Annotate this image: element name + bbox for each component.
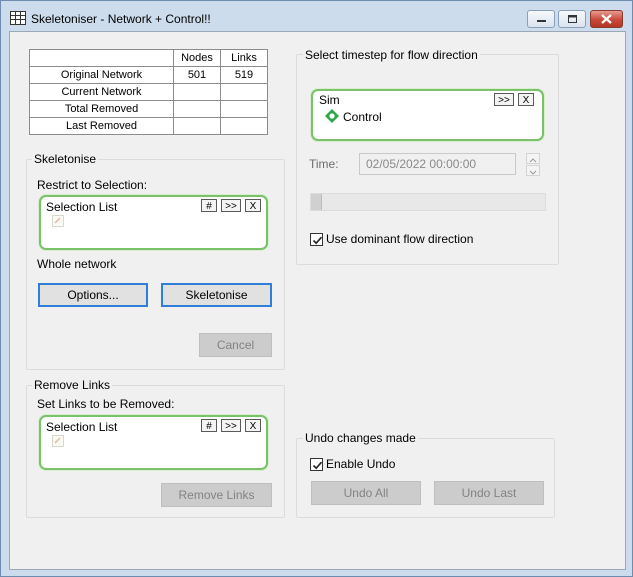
timestep-slider-track[interactable] [310, 193, 546, 211]
sim-selection-box[interactable]: Sim >> X Control [311, 89, 544, 141]
minimize-button[interactable] [527, 10, 555, 28]
links-cell: 519 [220, 66, 268, 84]
sim-title: Sim [319, 93, 340, 107]
row-label: Total Removed [29, 100, 174, 118]
skeletoniser-window: Skeletoniser - Network + Control!! Nodes… [0, 0, 633, 577]
undo-all-button[interactable]: Undo All [311, 481, 421, 505]
time-stepper-down[interactable] [526, 165, 540, 176]
selection-id-button[interactable]: # [201, 419, 217, 432]
maximize-button[interactable] [558, 10, 586, 28]
selection-clear-button[interactable]: X [245, 199, 261, 212]
dominant-flow-label[interactable]: Use dominant flow direction [326, 232, 473, 246]
table-header-row: Nodes Links [29, 49, 268, 67]
sim-more-button[interactable]: >> [494, 93, 514, 106]
nodes-cell [173, 100, 221, 118]
close-button[interactable] [590, 10, 623, 28]
selection-more-button[interactable]: >> [221, 199, 241, 212]
grid-table-icon [10, 11, 26, 25]
nodes-cell [173, 117, 221, 135]
sim-clear-button[interactable]: X [518, 93, 534, 106]
skeletonise-group-label: Skeletonise [32, 152, 99, 166]
undo-group [296, 438, 555, 518]
undo-last-button[interactable]: Undo Last [434, 481, 544, 505]
links-cell [220, 117, 268, 135]
row-label: Original Network [29, 66, 174, 84]
selection-clear-button[interactable]: X [245, 419, 261, 432]
table-row: Current Network [29, 83, 268, 101]
remove-links-button[interactable]: Remove Links [161, 483, 272, 507]
undo-group-label: Undo changes made [303, 431, 418, 445]
flow-direction-group-label: Select timestep for flow direction [303, 48, 480, 62]
links-cell [220, 100, 268, 118]
title-bar[interactable]: Skeletoniser - Network + Control!! [1, 1, 632, 31]
time-input[interactable]: 02/05/2022 00:00:00 [359, 153, 516, 175]
cancel-button[interactable]: Cancel [199, 333, 272, 357]
row-label: Current Network [29, 83, 174, 101]
timestep-slider-thumb[interactable] [311, 194, 322, 210]
time-value: 02/05/2022 00:00:00 [366, 157, 477, 171]
maximize-icon [568, 15, 577, 23]
remove-links-selection-list[interactable]: Selection List # >> X [39, 415, 268, 470]
dominant-flow-checkbox[interactable] [310, 233, 323, 246]
checkmark-icon [312, 461, 323, 470]
table-row: Total Removed [29, 100, 268, 118]
nodes-cell: 501 [173, 66, 221, 84]
window-title: Skeletoniser - Network + Control!! [31, 12, 211, 26]
table-row: Last Removed [29, 117, 268, 135]
empty-selection-icon [52, 215, 64, 227]
selection-more-button[interactable]: >> [221, 419, 241, 432]
dialog-body: Nodes Links Original Network 501 519 Cur… [9, 31, 626, 570]
set-links-removed-label: Set Links to be Removed: [37, 397, 175, 411]
selection-list-title: Selection List [46, 200, 118, 214]
sim-item-label[interactable]: Control [343, 110, 382, 124]
table-row: Original Network 501 519 [29, 66, 268, 84]
table-corner-cell [29, 49, 174, 67]
remove-links-group-label: Remove Links [32, 378, 113, 392]
time-label: Time: [309, 157, 339, 171]
selection-list-title: Selection List [46, 420, 118, 434]
column-header-links: Links [220, 49, 268, 67]
skeletonise-button[interactable]: Skeletonise [161, 283, 272, 307]
options-button[interactable]: Options... [38, 283, 148, 307]
row-label: Last Removed [29, 117, 174, 135]
network-stats-table: Nodes Links Original Network 501 519 Cur… [29, 49, 268, 135]
skeletonise-selection-list[interactable]: Selection List # >> X [39, 195, 268, 250]
selection-id-button[interactable]: # [201, 199, 217, 212]
chevron-down-icon [529, 170, 537, 175]
close-icon [601, 14, 612, 24]
column-header-nodes: Nodes [173, 49, 221, 67]
checkmark-icon [312, 236, 323, 245]
minimize-icon [537, 20, 546, 22]
links-cell [220, 83, 268, 101]
nodes-cell [173, 83, 221, 101]
time-stepper-up[interactable] [526, 153, 540, 164]
restrict-to-selection-label: Restrict to Selection: [37, 178, 148, 192]
enable-undo-label[interactable]: Enable Undo [326, 457, 395, 471]
enable-undo-checkbox[interactable] [310, 458, 323, 471]
whole-network-label: Whole network [37, 257, 117, 271]
empty-selection-icon [52, 435, 64, 447]
sim-run-icon [325, 109, 339, 123]
chevron-up-icon [529, 158, 537, 163]
